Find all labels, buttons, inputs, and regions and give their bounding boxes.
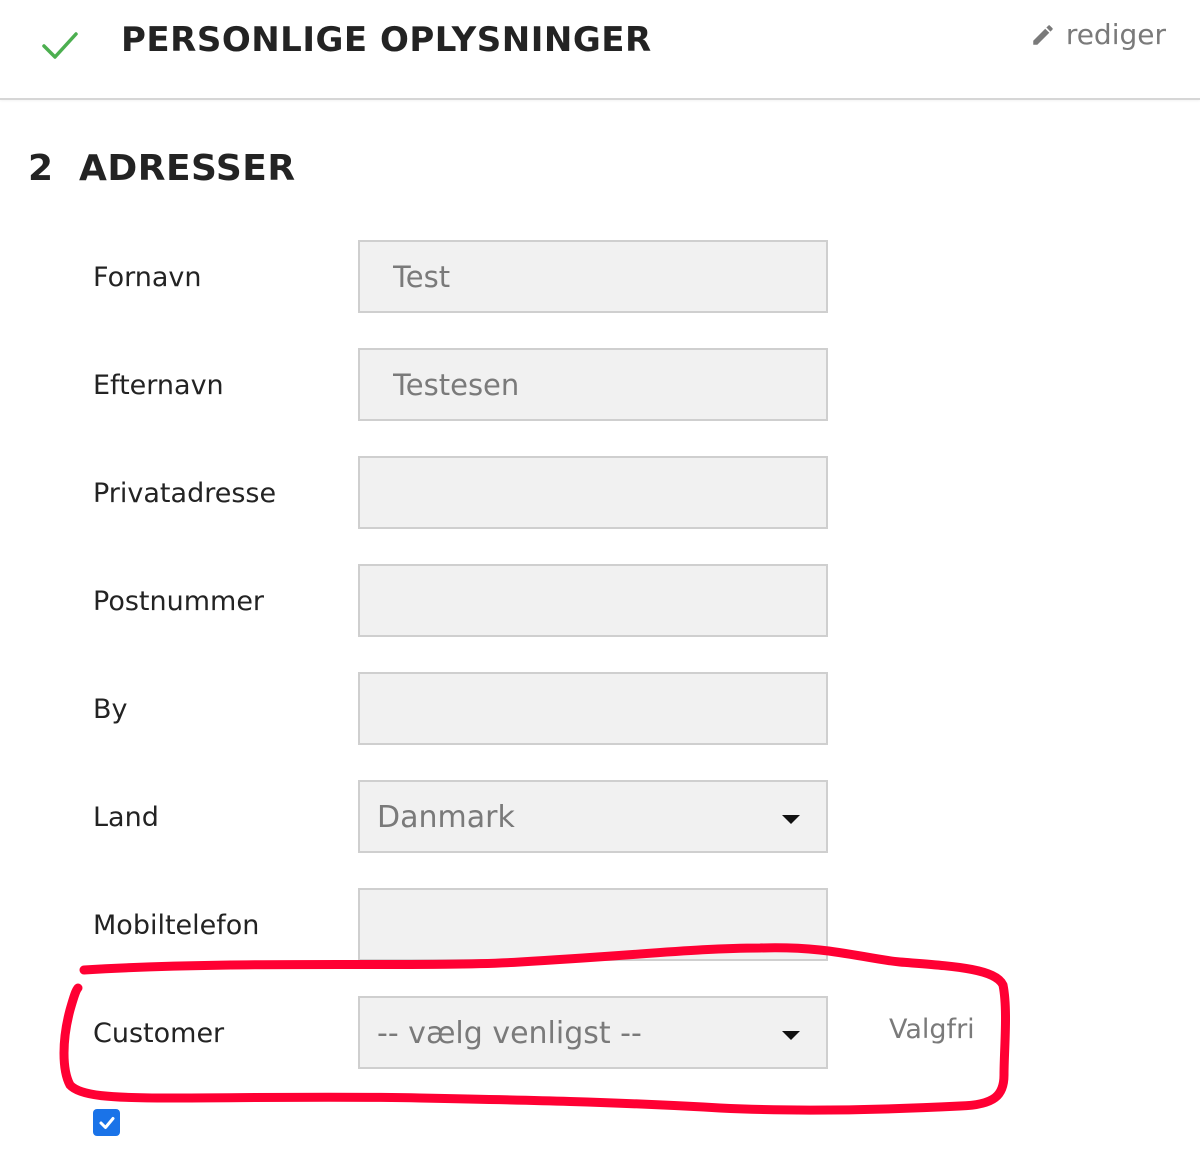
- caret-down-icon: [782, 815, 800, 824]
- check-icon: [42, 32, 78, 59]
- address-input[interactable]: [360, 458, 826, 527]
- checkout-page: PERSONLIGE OPLYSNINGER rediger 2 ADRESSE…: [0, 0, 1200, 1157]
- mobile-field[interactable]: [358, 888, 828, 961]
- postcode-input[interactable]: [360, 566, 826, 635]
- country-selected-value: Danmark: [377, 800, 515, 835]
- customer-select[interactable]: -- vælg venligst --: [358, 996, 828, 1069]
- country-select[interactable]: Danmark: [358, 780, 828, 853]
- caret-down-icon: [782, 1031, 800, 1040]
- optional-note: Valgfri: [889, 1014, 975, 1045]
- customer-label: Customer: [93, 1018, 225, 1049]
- pencil-icon: [1033, 24, 1053, 45]
- step-title: PERSONLIGE OPLYSNINGER: [121, 20, 652, 60]
- lastname-input[interactable]: [360, 350, 826, 419]
- edit-personal-info-link[interactable]: rediger: [1030, 18, 1166, 51]
- section-number: 2: [28, 148, 54, 189]
- edit-label: rediger: [1065, 18, 1166, 51]
- city-input[interactable]: [360, 674, 826, 743]
- lastname-field[interactable]: [358, 348, 828, 421]
- checkmark-icon: [99, 1116, 114, 1129]
- firstname-input[interactable]: [360, 242, 826, 311]
- postcode-field[interactable]: [358, 564, 828, 637]
- firstname-field[interactable]: [358, 240, 828, 313]
- mobile-input[interactable]: [360, 890, 826, 959]
- address-label: Privatadresse: [93, 478, 277, 509]
- section-title: ADRESSER: [79, 148, 296, 189]
- firstname-label: Fornavn: [93, 262, 202, 293]
- step-personal-info-header: PERSONLIGE OPLYSNINGER rediger: [0, 0, 1200, 100]
- lastname-label: Efternavn: [93, 370, 224, 401]
- customer-selected-value: -- vælg venligst --: [377, 1016, 642, 1051]
- address-field[interactable]: [358, 456, 828, 529]
- mobile-label: Mobiltelefon: [93, 910, 260, 941]
- country-label: Land: [93, 802, 159, 833]
- postcode-label: Postnummer: [93, 586, 265, 617]
- terms-checkbox[interactable]: [93, 1109, 120, 1136]
- city-label: By: [93, 694, 128, 725]
- city-field[interactable]: [358, 672, 828, 745]
